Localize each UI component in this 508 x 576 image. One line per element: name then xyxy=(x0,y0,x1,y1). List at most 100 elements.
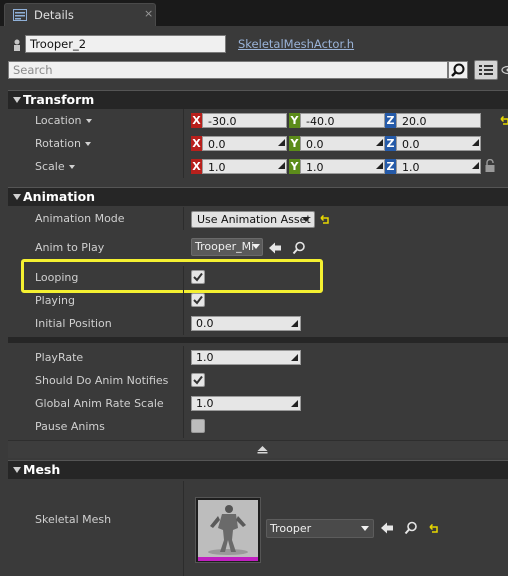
scale-label[interactable]: Scale xyxy=(35,160,75,173)
location-x-value[interactable]: -30.0 xyxy=(202,113,287,128)
looping-checkbox[interactable] xyxy=(191,270,205,284)
scale-y-value[interactable]: 1.0 xyxy=(300,159,385,174)
rotation-label[interactable]: Rotation xyxy=(35,137,92,150)
checkmark-icon xyxy=(193,375,203,385)
rotation-x-field[interactable]: X 0.0 xyxy=(191,136,287,151)
skeletal-mesh-dropdown[interactable]: Trooper xyxy=(266,519,374,538)
column-divider xyxy=(183,132,184,155)
location-x-field[interactable]: X -30.0 xyxy=(191,113,287,128)
caret-down-icon xyxy=(85,142,92,146)
rotation-z-value[interactable]: 0.0 xyxy=(396,136,481,151)
spin-handle-icon[interactable] xyxy=(291,320,298,327)
play-rate-field[interactable]: 1.0 xyxy=(191,350,301,365)
chevron-down-icon xyxy=(302,217,310,222)
reset-to-default-icon[interactable] xyxy=(500,116,508,125)
lock-icon[interactable] xyxy=(484,159,496,172)
column-divider xyxy=(183,109,184,132)
source-class-link[interactable]: SkeletalMeshActor.h xyxy=(238,37,354,51)
mesh-category-header[interactable]: Mesh xyxy=(8,460,508,479)
spin-handle-icon[interactable] xyxy=(291,354,298,361)
pause-anims-row: Pause Anims xyxy=(8,415,508,438)
scale-y-field[interactable]: Y 1.0 xyxy=(289,159,385,174)
global-anim-rate-row: Global Anim Rate Scale 1.0 xyxy=(8,392,508,415)
skeletal-mesh-label: Skeletal Mesh xyxy=(35,513,112,526)
close-icon[interactable]: × xyxy=(144,7,153,20)
skeletal-mesh-value: Trooper xyxy=(270,522,312,535)
location-z-value[interactable]: 20.0 xyxy=(396,113,481,128)
asset-type-color-bar xyxy=(198,557,258,561)
trooper-figure-icon xyxy=(208,505,248,555)
anim-to-play-label: Anim to Play xyxy=(35,241,105,254)
scale-x-field[interactable]: X 1.0 xyxy=(191,159,287,174)
actor-name-field[interactable]: Trooper_2 xyxy=(25,35,226,53)
column-divider xyxy=(183,312,184,335)
spin-handle-icon[interactable] xyxy=(278,139,285,146)
list-view-icon xyxy=(479,65,493,75)
search-input[interactable]: Search xyxy=(8,61,448,79)
y-axis-tag: Y xyxy=(289,159,300,174)
scale-x-value[interactable]: 1.0 xyxy=(202,159,287,174)
playing-row: Playing xyxy=(8,289,508,312)
advanced-toggle-bar[interactable] xyxy=(8,440,508,458)
tab-details[interactable]: Details × xyxy=(4,3,156,26)
scale-z-field[interactable]: Z 1.0 xyxy=(385,159,481,174)
browse-search-icon[interactable] xyxy=(404,521,418,535)
chevron-down-icon xyxy=(361,526,369,531)
initial-position-field[interactable]: 0.0 xyxy=(191,316,301,331)
global-anim-rate-field[interactable]: 1.0 xyxy=(191,396,301,411)
rotation-z-field[interactable]: Z 0.0 xyxy=(385,136,481,151)
eye-icon[interactable] xyxy=(500,65,508,75)
reset-to-default-icon[interactable] xyxy=(429,524,439,533)
animation-category-header[interactable]: Animation xyxy=(8,187,508,206)
transform-category-header[interactable]: Transform xyxy=(8,90,508,109)
use-selected-arrow-icon[interactable] xyxy=(268,241,282,255)
play-rate-label: PlayRate xyxy=(35,351,84,364)
skeletal-mesh-thumbnail[interactable] xyxy=(195,497,261,563)
global-anim-rate-value: 1.0 xyxy=(196,397,214,410)
chevron-down-icon xyxy=(252,244,260,249)
actor-icon xyxy=(14,39,20,51)
expand-arrow-icon xyxy=(13,97,21,103)
initial-position-value: 0.0 xyxy=(196,317,214,330)
location-y-field[interactable]: Y -40.0 xyxy=(289,113,385,128)
scale-z-value[interactable]: 1.0 xyxy=(396,159,481,174)
x-axis-tag: X xyxy=(191,136,202,151)
search-row: Search xyxy=(0,60,508,84)
reset-to-default-icon[interactable] xyxy=(320,215,330,224)
anim-notifies-checkbox[interactable] xyxy=(191,373,205,387)
category-title: Transform xyxy=(23,92,95,107)
use-selected-arrow-icon[interactable] xyxy=(380,521,394,535)
playing-checkbox[interactable] xyxy=(191,293,205,307)
pause-anims-checkbox[interactable] xyxy=(191,419,205,433)
spin-handle-icon[interactable] xyxy=(291,400,298,407)
rotation-x-value[interactable]: 0.0 xyxy=(202,136,287,151)
location-y-value[interactable]: -40.0 xyxy=(300,113,385,128)
view-options-button[interactable] xyxy=(474,60,498,80)
search-icon xyxy=(451,63,465,77)
animation-mode-row: Animation Mode Use Animation Asset xyxy=(8,207,508,230)
anim-to-play-dropdown[interactable]: Trooper_Mi xyxy=(191,238,263,256)
rotation-y-value[interactable]: 0.0 xyxy=(300,136,385,151)
spin-handle-icon[interactable] xyxy=(278,162,285,169)
category-title: Animation xyxy=(23,189,96,204)
play-rate-value: 1.0 xyxy=(196,351,214,364)
spin-handle-icon[interactable] xyxy=(376,162,383,169)
expand-arrow-icon xyxy=(13,194,21,200)
column-divider xyxy=(183,289,184,312)
skeletal-mesh-row: Skeletal Mesh Trooper xyxy=(8,481,508,576)
x-axis-tag: X xyxy=(191,113,202,128)
anim-notifies-label: Should Do Anim Notifies xyxy=(35,374,169,387)
animation-mode-dropdown[interactable]: Use Animation Asset xyxy=(191,211,315,228)
initial-position-label: Initial Position xyxy=(35,317,112,330)
mesh-preview-image xyxy=(198,500,258,557)
location-label[interactable]: Location xyxy=(35,114,92,127)
spin-handle-icon[interactable] xyxy=(376,139,383,146)
details-panel: Trooper_2 SkeletalMeshActor.h Search Tra… xyxy=(0,26,508,576)
browse-search-icon[interactable] xyxy=(292,241,306,255)
search-button[interactable] xyxy=(448,61,468,79)
spin-handle-icon[interactable] xyxy=(472,162,479,169)
rotation-y-field[interactable]: Y 0.0 xyxy=(289,136,385,151)
location-z-field[interactable]: Z 20.0 xyxy=(385,113,481,128)
spin-handle-icon[interactable] xyxy=(472,139,479,146)
looping-label: Looping xyxy=(35,271,79,284)
